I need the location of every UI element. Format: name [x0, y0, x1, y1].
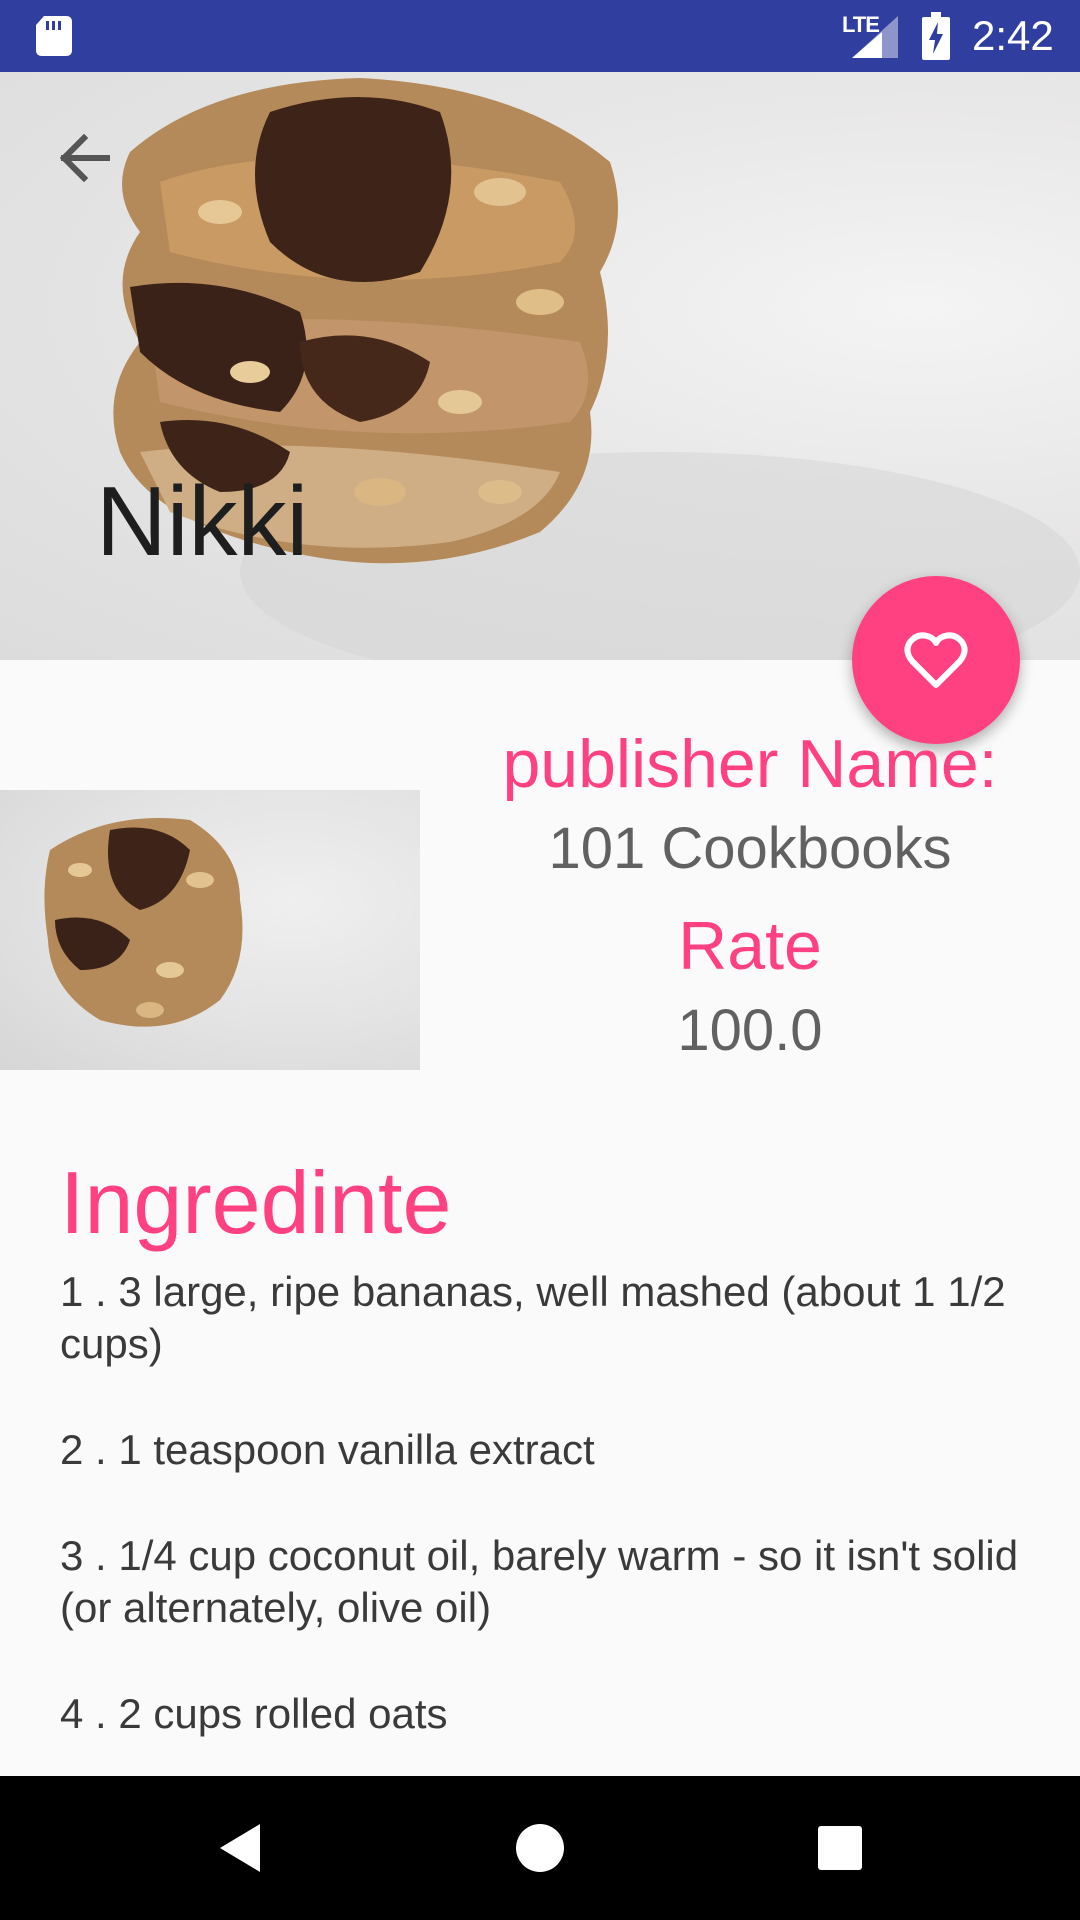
ingredient-item: 2 . 1 teaspoon vanilla extract [60, 1426, 595, 1473]
ingredient-item: 1 . 3 large, ripe bananas, well mashed (… [60, 1268, 1006, 1367]
nav-home-icon[interactable] [512, 1820, 568, 1876]
clock: 2:42 [972, 12, 1054, 59]
sd-card-icon [36, 16, 72, 56]
ingredient-item: 3 . 1/4 cup coconut oil, barely warm - s… [60, 1532, 1019, 1631]
recipe-header-image: Nikki [0, 72, 1080, 660]
ingredients-list: 1 . 3 large, ripe bananas, well mashed (… [60, 1266, 1070, 1794]
ingredients-title: Ingredinte [60, 1153, 452, 1252]
recipe-title: Nikki [96, 466, 309, 576]
rate-label: Rate [678, 907, 822, 984]
favorite-button[interactable] [852, 576, 1020, 744]
thumbnail-photo [44, 818, 243, 1027]
heart-outline-icon [904, 632, 968, 688]
signal-icon [852, 16, 898, 58]
navigation-bar [0, 1776, 1080, 1920]
status-bar: LTE 2:42 [0, 0, 1080, 72]
recipe-info: publisher Name: 101 Cookbooks Rate 100.0 [440, 720, 1060, 1071]
battery-charging-icon [922, 12, 950, 60]
back-button[interactable] [42, 116, 126, 200]
recipe-thumbnail [0, 790, 420, 1070]
ingredient-item: 4 . 2 cups rolled oats [60, 1690, 448, 1737]
nav-recents-icon[interactable] [812, 1820, 868, 1876]
publisher-label: publisher Name: [502, 726, 998, 802]
rate-value: 100.0 [677, 997, 823, 1063]
arrow-back-icon [59, 134, 110, 182]
nav-back-icon[interactable] [212, 1820, 268, 1876]
publisher-value: 101 Cookbooks [548, 816, 952, 882]
